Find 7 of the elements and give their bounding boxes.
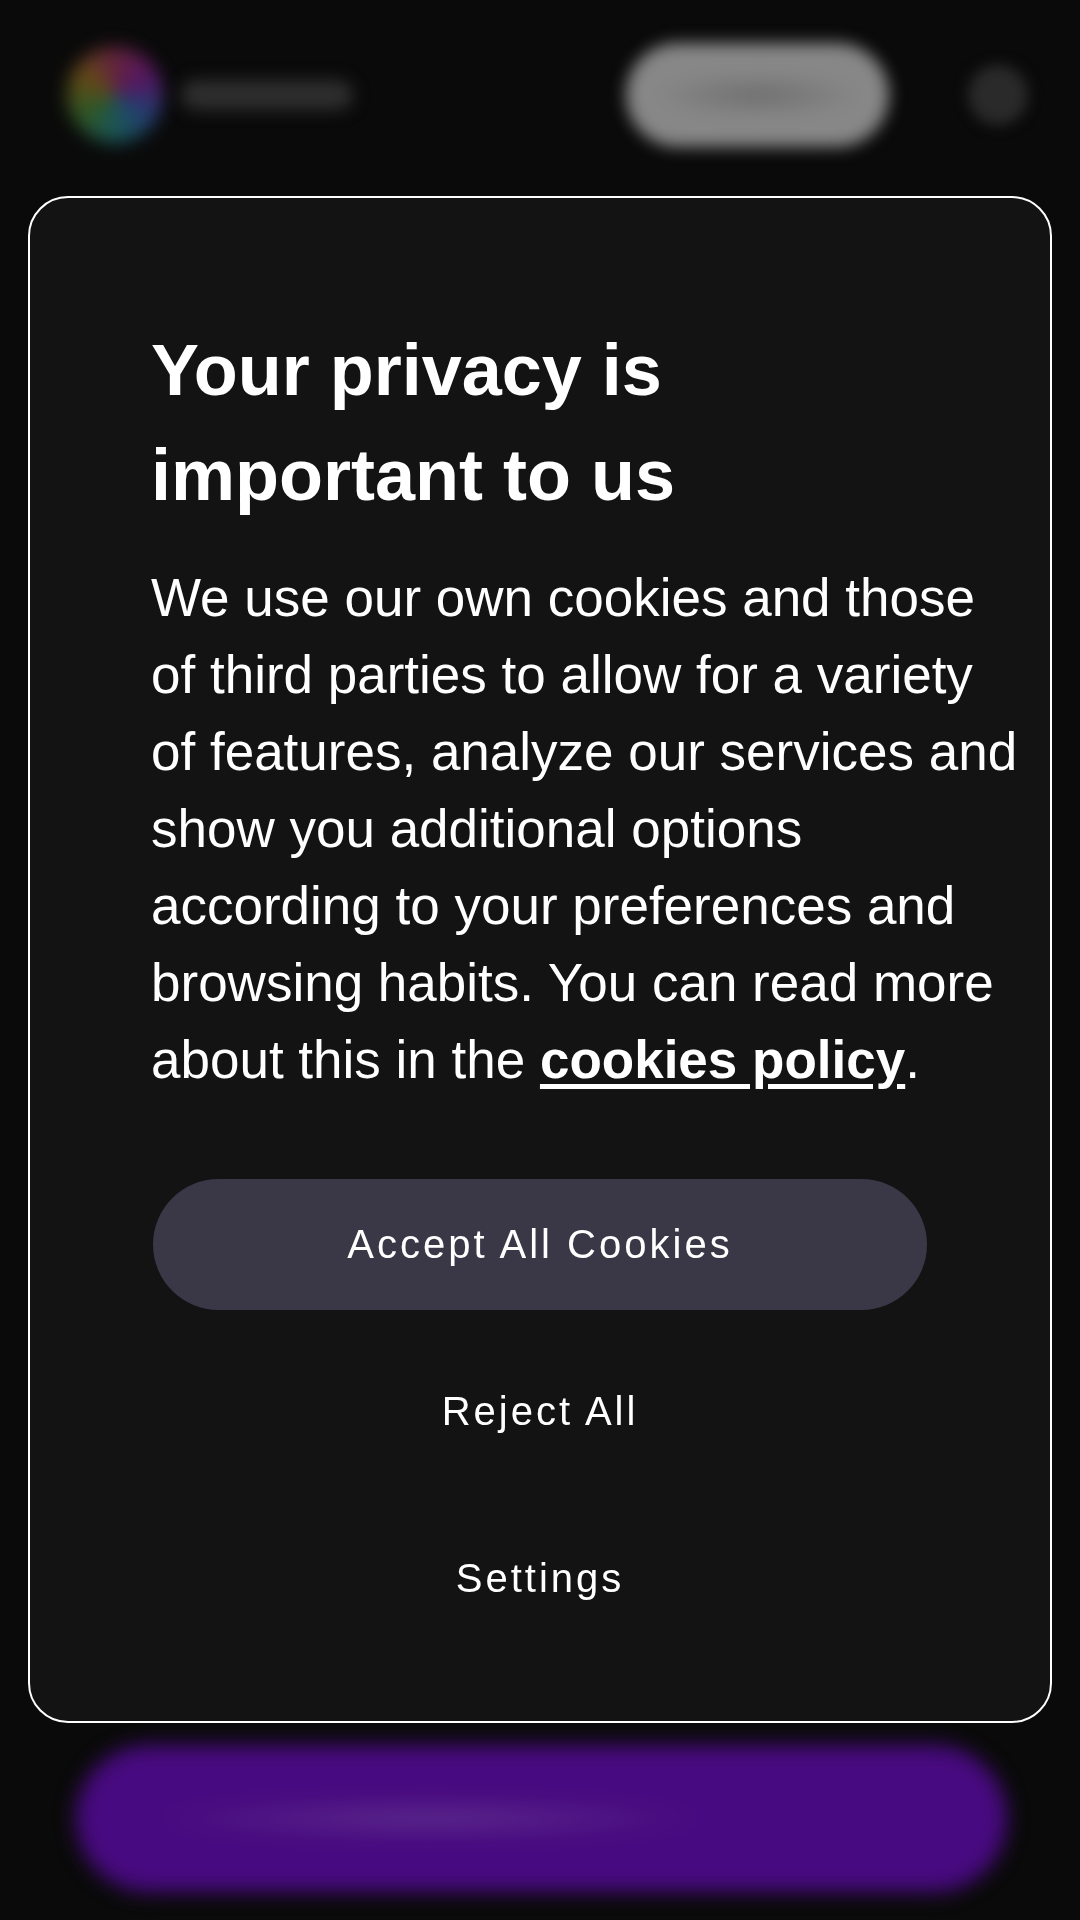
- text-button[interactable]: Reject All: [153, 1346, 927, 1477]
- consent-message: We use our own cookies and those of third parties to allow for a variety of features, analyze our services and show you additional options according to your preferences and browsing habits. You can read more about this in the cookies policy.: [151, 567, 1019, 1091]
- cookies-policy-link[interactable]: cookies policy: [539, 1030, 906, 1089]
- dialog-title: Your privacy is important to us: [151, 329, 676, 517]
- blurred-logo-icon: [67, 47, 163, 143]
- accept-button[interactable]: Accept All Cookies: [153, 1179, 927, 1310]
- text-button[interactable]: Settings: [153, 1513, 927, 1644]
